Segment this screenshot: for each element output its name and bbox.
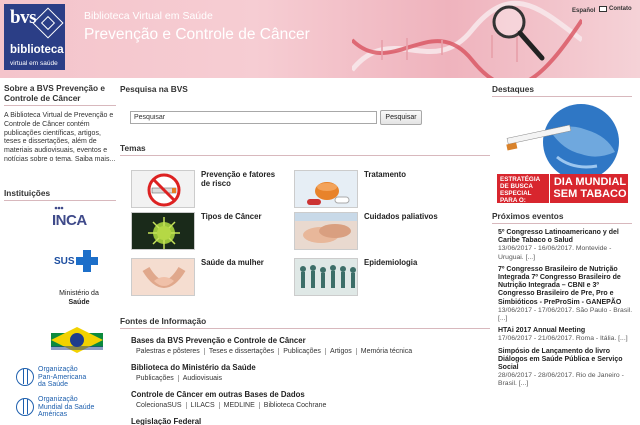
event-title[interactable]: 7º Congresso Brasileiro de Nutrição Inte… [498,266,634,307]
about-text[interactable]: A Biblioteca Virtual de Prevenção e Cont… [4,112,116,165]
theme-tratamento[interactable]: Tratamento [294,170,444,208]
theme-epidemiologia[interactable]: Epidemiologia [294,258,444,296]
crowd-icon [294,258,358,296]
source-link[interactable]: Palestras e pôsteres [136,348,204,355]
event-date: 13/06/2017 - 16/06/2017. Montevide - Uru… [498,245,612,261]
source-link[interactable]: Teses e dissertações [203,348,278,355]
theme-prevencao[interactable]: Prevenção e fatores de risco [131,170,281,208]
oms-line3: Américas [38,411,68,418]
theme-label: Tipos de Câncer [201,212,262,221]
events-list: 5º Congresso Latinoamericano y del Carib… [498,229,634,393]
event-title[interactable]: 5º Congresso Latinoamericano y del Carib… [498,229,634,245]
logo-text: bvs [10,7,36,28]
hands-care-icon [294,212,358,250]
event-item[interactable]: Simpósio de Lançamento do livro Diálogos… [498,348,634,389]
event-date: 28/06/2017 - 28/06/2017. Rio de Janeiro … [498,372,624,388]
oms-line2: Mundial da Saúde [38,403,95,411]
banner-left-text: ESTRATÉGIA DE BUSCA ESPECIAL PARA O: [500,176,540,203]
woman-health-icon [131,258,195,296]
source-link[interactable]: Audiovisuais [177,375,226,382]
theme-saude-mulher[interactable]: Saúde da mulher [131,258,281,296]
source-legislacao: Legislação Federal [131,417,201,425]
inca-logo[interactable]: INCA [52,212,87,229]
pills-icon [294,170,358,208]
site-header: bvs biblioteca virtual em saúde Bibliote… [0,0,640,78]
event-item[interactable]: HTAi 2017 Annual Meeting 17/06/2017 - 21… [498,327,634,343]
logo-sub2: virtual em saúde [10,60,58,67]
source-link[interactable]: Publicações [136,375,178,382]
source-ministerio: Biblioteca do Ministério da Saúde Public… [131,363,256,382]
site-subtitle[interactable]: Prevenção e Controle de Câncer [84,26,310,44]
destaques-title: Destaques [492,84,632,97]
search-button[interactable]: Pesquisar [380,110,422,125]
source-link[interactable]: MEDLINE [218,402,259,409]
dna-magnifier-illustration [352,0,582,78]
source-title[interactable]: Biblioteca do Ministério da Saúde [131,363,256,372]
events-title: Próximos eventos [492,211,632,224]
source-link[interactable]: ColecionaSUS [136,402,186,409]
banner-right-text-1: DIA MUNDIAL [553,176,627,188]
theme-label: Tratamento [364,170,407,179]
theme-label: Cuidados paliativos [364,212,438,221]
brasil-flag-icon[interactable] [49,327,105,353]
site-title[interactable]: Biblioteca Virtual em Saúde [84,10,213,22]
about-title: Sobre a BVS Prevenção e Controle de Cânc… [4,83,116,106]
ministerio-logo[interactable]: Ministério da Saúde [52,290,106,307]
opas-line3: da Saúde [38,381,68,388]
source-title[interactable]: Controle de Câncer em outras Bases de Da… [131,390,330,399]
source-links: Palestras e pôsteres Teses e dissertaçõe… [136,348,416,355]
source-link[interactable]: Biblioteca Cochrane [258,402,331,409]
ministerio-line1: Ministério da [59,290,99,297]
source-outras-bases: Controle de Câncer em outras Bases de Da… [131,390,330,409]
source-link[interactable]: Artigos [324,348,356,355]
opas-line2: Pan-Americana [38,373,87,381]
source-links: Publicações Audiovisuais [136,375,256,382]
opas-line1: Organização [38,366,78,373]
theme-label: Prevenção e fatores de risco [201,170,276,188]
source-links: ColecionaSUS LILACS MEDLINE Biblioteca C… [136,402,330,409]
opas-logo[interactable]: Organização Pan-Americana da Saúde [16,366,86,389]
no-smoking-icon [131,170,195,208]
dia-sem-tabaco-banner[interactable]: ESTRATÉGIA DE BUSCA ESPECIAL PARA O: DIA… [497,102,628,203]
event-title[interactable]: Simpósio de Lançamento do livro Diálogos… [498,348,634,373]
theme-label: Saúde da mulher [201,258,264,267]
source-link[interactable]: Publicações [278,348,325,355]
logo-sub1: biblioteca [10,44,64,56]
oms-line1: Organização [38,396,78,403]
oms-logo[interactable]: Organização Mundial da Saúde Américas [16,396,94,419]
sus-cross-icon [75,250,98,272]
source-title[interactable]: Legislação Federal [131,417,201,425]
theme-cuidados[interactable]: Cuidados paliativos [294,212,444,250]
search-title: Pesquisa na BVS [120,84,188,94]
fontes-title: Fontes de Informação [120,316,490,329]
theme-label: Epidemiologia [364,258,418,267]
left-sidebar: Sobre a BVS Prevenção e Controle de Cânc… [4,83,116,201]
institutions-title: Instituições [4,188,116,201]
oms-globe-icon [16,398,34,417]
banner-right-text-2: SEM TABACO [553,188,627,200]
source-link[interactable]: Memória técnica [355,348,416,355]
event-item[interactable]: 7º Congresso Brasileiro de Nutrição Inte… [498,266,634,323]
lang-espanol-link[interactable]: Español [572,8,595,14]
mail-icon [599,6,607,12]
sus-text: SUS [54,255,75,267]
event-date: 13/06/2017 - 17/06/2017. São Paulo - Bra… [498,306,633,323]
source-bases-bvs: Bases da BVS Prevenção e Controle de Cân… [131,336,416,355]
search-input[interactable] [130,111,377,124]
cancer-cell-icon [131,212,195,250]
ministerio-line2: Saúde [68,298,90,306]
bvs-logo[interactable]: bvs biblioteca virtual em saúde [4,4,65,70]
theme-tipos[interactable]: Tipos de Câncer [131,212,281,250]
source-link[interactable]: LILACS [185,402,219,409]
event-item[interactable]: 5º Congresso Latinoamericano y del Carib… [498,229,634,262]
source-title[interactable]: Bases da BVS Prevenção e Controle de Cân… [131,336,416,345]
event-date: 17/06/2017 - 21/06/2017. Roma - Itália. … [498,335,628,343]
opas-globe-icon [16,368,34,387]
sus-logo[interactable]: SUS [54,250,98,272]
contact-label: Contato [609,6,632,12]
temas-title: Temas [120,143,490,156]
contact-link[interactable]: Contato [599,6,632,12]
event-title[interactable]: HTAi 2017 Annual Meeting [498,327,634,335]
